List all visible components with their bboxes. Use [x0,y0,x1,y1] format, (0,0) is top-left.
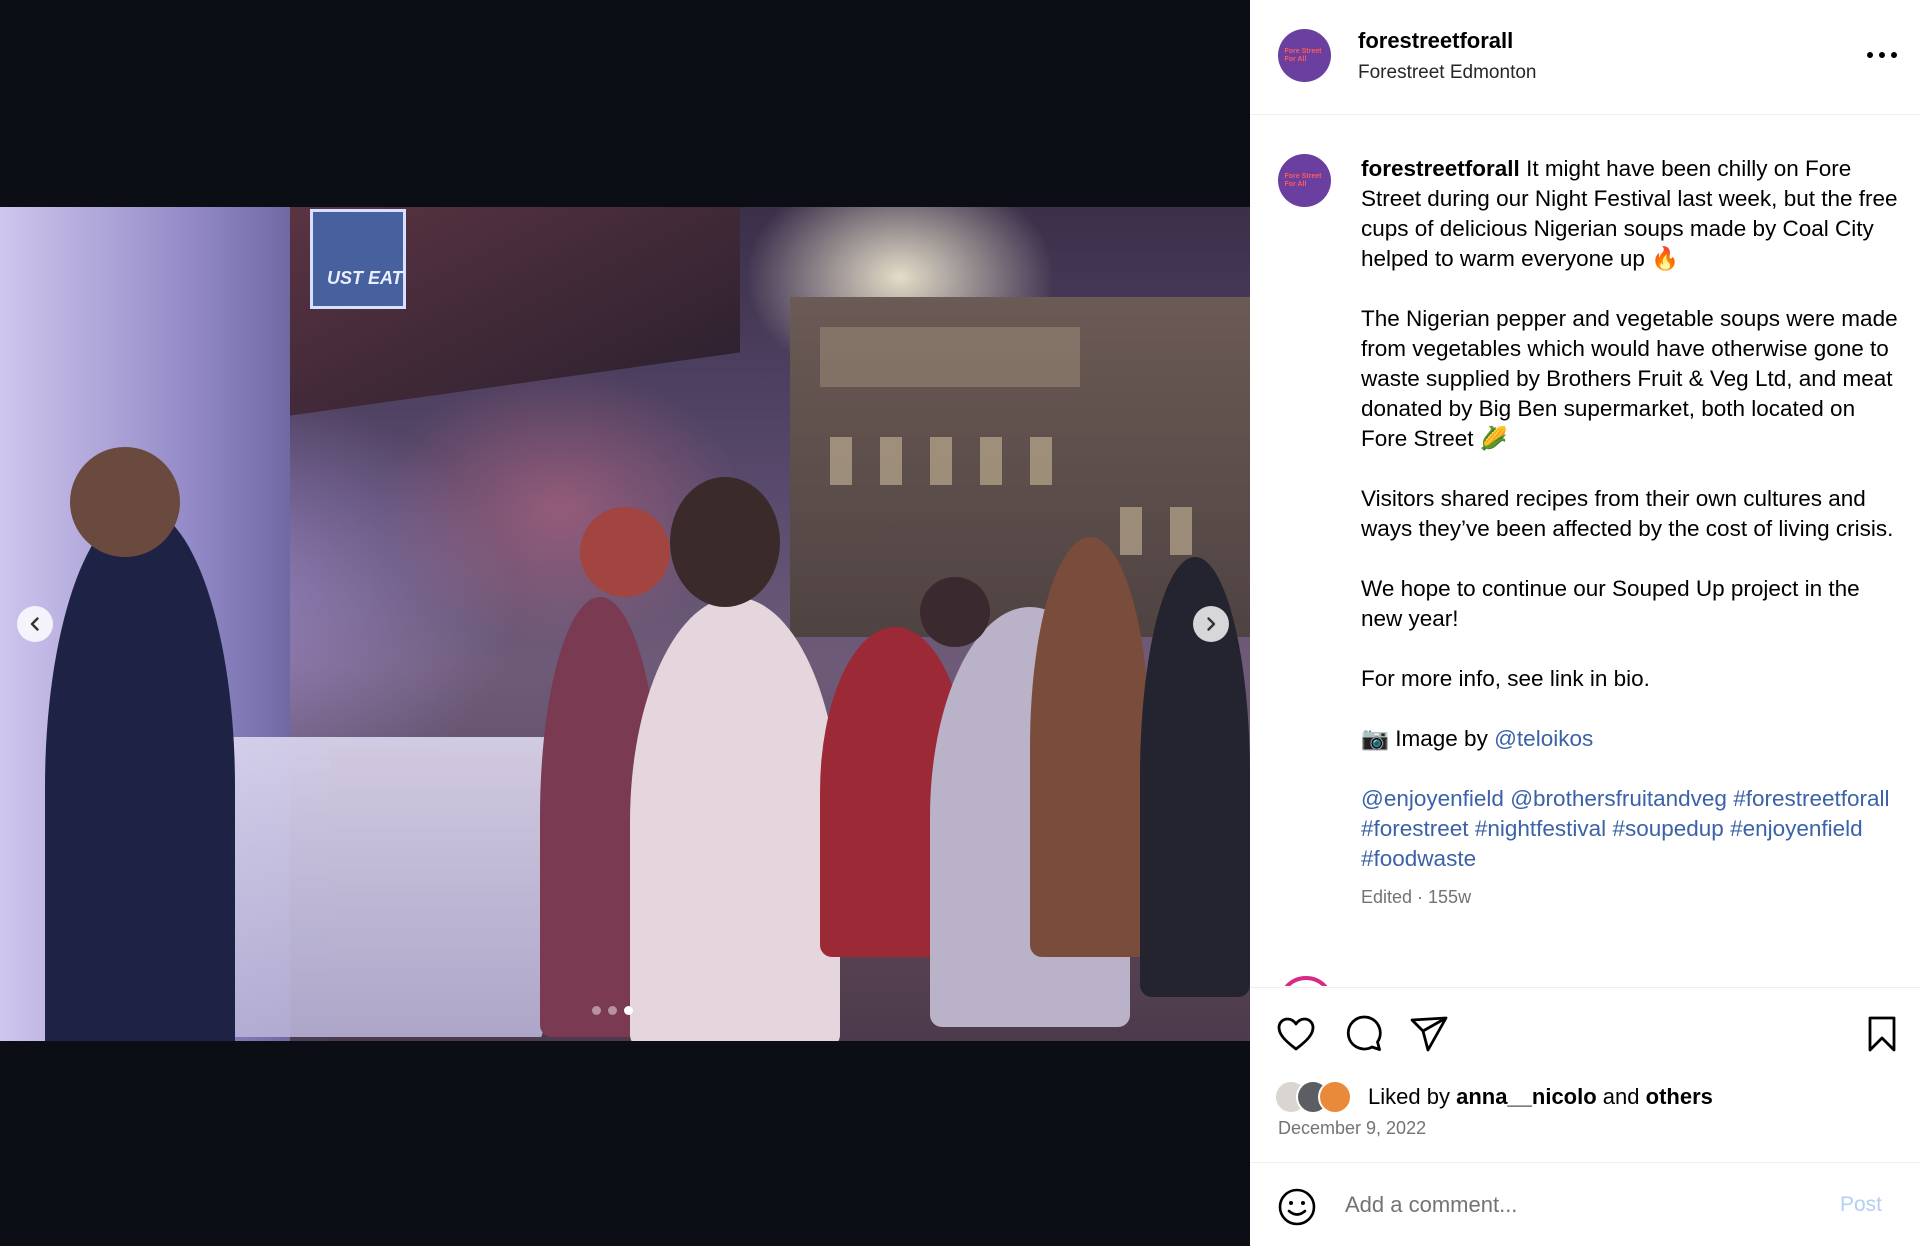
caption-paragraph: Visitors shared recipes from their own c… [1361,486,1894,541]
previous-slide-button[interactable] [17,606,53,642]
chevron-left-icon [30,617,39,631]
avatar-text: Fore Street For All [1284,172,1322,188]
post-details-panel: Fore Street For All forestreetforall For… [1250,0,1920,1246]
caption-scroll-area[interactable]: Fore Street For All forestreetforall It … [1250,116,1920,986]
liker-avatar [1318,1080,1352,1114]
post-header: Fore Street For All forestreetforall For… [1250,0,1920,115]
avatar[interactable]: Fore Street For All [1278,29,1331,82]
mention-link[interactable]: @brothersfruitandveg [1510,786,1727,811]
send-icon[interactable] [1407,1012,1451,1056]
slide-dot [592,1006,601,1015]
post-actions: Liked by anna__nicolo and others Decembe… [1250,987,1920,1167]
next-slide-button[interactable] [1193,606,1229,642]
avatar-text: Fore Street For All [1284,47,1322,63]
hashtag-link[interactable]: #enjoyenfield [1730,816,1863,841]
post-photo[interactable]: UST EAT [0,207,1250,1041]
next-comment-avatar[interactable] [1278,976,1334,986]
hashtag-link[interactable]: #nightfestival [1475,816,1606,841]
header-username[interactable]: forestreetforall [1358,28,1513,54]
comment-input[interactable] [1345,1183,1815,1227]
photo-shop-sign: UST EAT [310,209,406,309]
hashtag-link[interactable]: #foodwaste [1361,846,1476,871]
caption-paragraph: We hope to continue our Souped Up projec… [1361,576,1860,631]
photo-credit-link[interactable]: @teloikos [1494,726,1593,751]
liked-by-text: Liked by anna__nicolo and others [1368,1084,1713,1110]
post-comment-button[interactable]: Post [1840,1193,1882,1217]
caption: forestreetforall It might have been chil… [1361,154,1901,912]
hashtag-link[interactable]: #forestreet [1361,816,1469,841]
comment-bar: Post [1250,1162,1920,1246]
shop-sign-text: UST EAT [327,268,403,288]
slide-dot [608,1006,617,1015]
caption-paragraph: The Nigerian pepper and vegetable soups … [1361,306,1898,451]
liker-avatars[interactable] [1274,1080,1374,1116]
liked-prefix: Liked by [1368,1084,1450,1109]
caption-paragraph: 📷 Image by @teloikos [1361,724,1901,754]
mention-link[interactable]: @enjoyenfield [1361,786,1504,811]
hashtag-link[interactable]: #soupedup [1612,816,1723,841]
caption-tags: @enjoyenfield @brothersfruitandveg #fore… [1361,784,1901,874]
heart-icon[interactable] [1274,1012,1318,1056]
caption-username[interactable]: forestreetforall [1361,156,1520,181]
instagram-post-viewer: UST EAT Fore Street For All forestreetfo… [0,0,1920,1246]
caption-paragraph: For more info, see link in bio. [1361,666,1650,691]
chevron-right-icon [1207,617,1216,631]
photo-credit-prefix: 📷 Image by [1361,726,1488,751]
smiley-icon[interactable] [1277,1187,1317,1227]
more-horizontal-icon[interactable] [1862,45,1902,65]
slide-indicator [592,1006,633,1015]
edited-meta: Edited · 155w [1361,887,1472,907]
media-viewer: UST EAT [0,0,1250,1246]
liked-user-link[interactable]: anna__nicolo [1456,1084,1597,1109]
hashtag-link[interactable]: #forestreetforall [1733,786,1889,811]
post-date[interactable]: December 9, 2022 [1278,1118,1426,1139]
header-location[interactable]: Forestreet Edmonton [1358,62,1536,84]
caption-avatar[interactable]: Fore Street For All [1278,154,1331,207]
comment-icon[interactable] [1341,1012,1385,1056]
slide-dot-active [624,1006,633,1015]
bookmark-icon[interactable] [1860,1012,1904,1056]
caption-paragraph: forestreetforall It might have been chil… [1361,154,1901,274]
liked-and: and [1602,1084,1640,1109]
liked-others-link[interactable]: others [1646,1084,1713,1109]
